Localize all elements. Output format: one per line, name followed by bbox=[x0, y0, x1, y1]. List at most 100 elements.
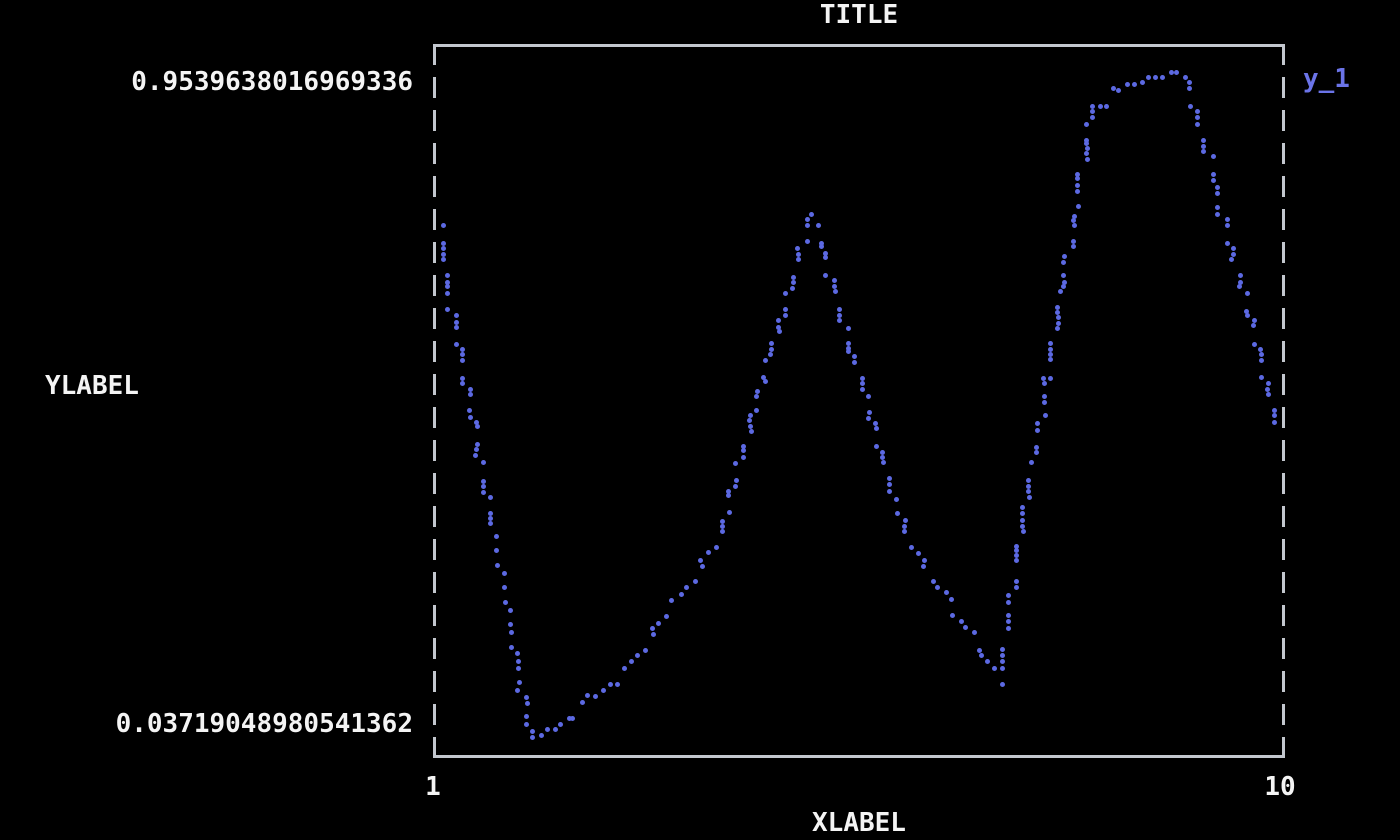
data-point bbox=[508, 608, 513, 613]
data-point bbox=[874, 426, 879, 431]
data-point bbox=[460, 358, 465, 363]
data-point bbox=[763, 358, 768, 363]
data-point bbox=[468, 415, 473, 420]
data-point bbox=[1090, 109, 1095, 114]
data-point bbox=[860, 387, 865, 392]
data-point bbox=[837, 318, 842, 323]
data-point bbox=[516, 666, 521, 671]
data-point bbox=[846, 349, 851, 354]
data-point bbox=[1195, 122, 1200, 127]
plot-area bbox=[433, 44, 1285, 758]
data-point bbox=[837, 307, 842, 312]
data-point bbox=[795, 246, 800, 251]
data-point bbox=[524, 722, 529, 727]
data-point bbox=[1169, 70, 1174, 75]
data-point bbox=[887, 489, 892, 494]
data-point bbox=[1020, 505, 1025, 510]
data-point bbox=[1076, 204, 1081, 209]
data-point bbox=[664, 614, 669, 619]
data-point bbox=[445, 291, 450, 296]
data-point bbox=[1258, 347, 1263, 352]
data-point bbox=[1026, 489, 1031, 494]
plot-border-right bbox=[1282, 44, 1285, 758]
data-point bbox=[481, 479, 486, 484]
data-point bbox=[454, 320, 459, 325]
data-point bbox=[475, 442, 480, 447]
data-point bbox=[903, 518, 908, 523]
data-point bbox=[1201, 138, 1206, 143]
data-point bbox=[823, 273, 828, 278]
data-point bbox=[441, 241, 446, 246]
y-axis-title: YLABEL bbox=[45, 371, 139, 401]
data-point bbox=[1195, 109, 1200, 114]
data-point bbox=[608, 682, 613, 687]
data-point bbox=[1140, 80, 1145, 85]
data-point bbox=[1090, 115, 1095, 120]
data-point bbox=[1006, 619, 1011, 624]
data-point bbox=[796, 252, 801, 257]
data-point bbox=[706, 550, 711, 555]
data-point bbox=[1085, 157, 1090, 162]
data-point bbox=[1237, 284, 1242, 289]
data-point bbox=[441, 246, 446, 251]
data-point bbox=[944, 590, 949, 595]
x-axis-title: XLABEL bbox=[433, 808, 1285, 838]
data-point bbox=[1084, 151, 1089, 156]
data-point bbox=[1006, 600, 1011, 605]
data-point bbox=[1266, 381, 1271, 386]
data-point bbox=[1225, 241, 1230, 246]
data-point bbox=[481, 490, 486, 495]
data-point bbox=[783, 307, 788, 312]
data-point bbox=[1035, 428, 1040, 433]
data-point bbox=[837, 313, 842, 318]
data-point bbox=[977, 648, 982, 653]
data-point bbox=[1027, 495, 1032, 500]
data-point bbox=[833, 289, 838, 294]
data-point bbox=[1075, 176, 1080, 181]
data-point bbox=[1006, 613, 1011, 618]
data-point bbox=[481, 484, 486, 489]
data-point bbox=[1020, 511, 1025, 516]
data-point bbox=[1020, 524, 1025, 529]
data-point bbox=[1061, 260, 1066, 265]
data-point bbox=[454, 313, 459, 318]
data-point bbox=[481, 460, 486, 465]
data-point bbox=[881, 460, 886, 465]
data-point bbox=[741, 455, 746, 460]
data-point bbox=[468, 392, 473, 397]
data-point bbox=[488, 511, 493, 516]
y-axis-max-tick-label: 0.9539638016969336 bbox=[131, 66, 413, 98]
data-point bbox=[895, 511, 900, 516]
data-point bbox=[916, 551, 921, 556]
data-point bbox=[902, 524, 907, 529]
data-point bbox=[1000, 659, 1005, 664]
data-point bbox=[1266, 392, 1271, 397]
data-point bbox=[805, 217, 810, 222]
y-axis-min-tick-label: 0.03719048980541362 bbox=[116, 708, 413, 740]
data-point bbox=[790, 286, 795, 291]
data-point bbox=[1160, 75, 1165, 80]
data-point bbox=[1174, 70, 1179, 75]
data-point bbox=[1035, 421, 1040, 426]
data-point bbox=[1042, 381, 1047, 386]
data-point bbox=[669, 598, 674, 603]
data-point bbox=[747, 418, 752, 423]
data-point bbox=[734, 478, 739, 483]
data-point bbox=[1111, 86, 1116, 91]
data-point bbox=[509, 645, 514, 650]
data-point bbox=[720, 529, 725, 534]
data-point bbox=[791, 280, 796, 285]
data-point bbox=[1048, 347, 1053, 352]
data-point bbox=[524, 714, 529, 719]
data-point bbox=[796, 257, 801, 262]
data-point bbox=[1211, 172, 1216, 177]
data-point bbox=[1215, 191, 1220, 196]
data-point bbox=[515, 688, 520, 693]
data-point bbox=[979, 653, 984, 658]
data-point bbox=[902, 529, 907, 534]
data-point bbox=[749, 429, 754, 434]
plot-border-bottom bbox=[433, 755, 1285, 758]
data-point bbox=[473, 453, 478, 458]
data-point bbox=[935, 585, 940, 590]
data-point bbox=[1006, 626, 1011, 631]
